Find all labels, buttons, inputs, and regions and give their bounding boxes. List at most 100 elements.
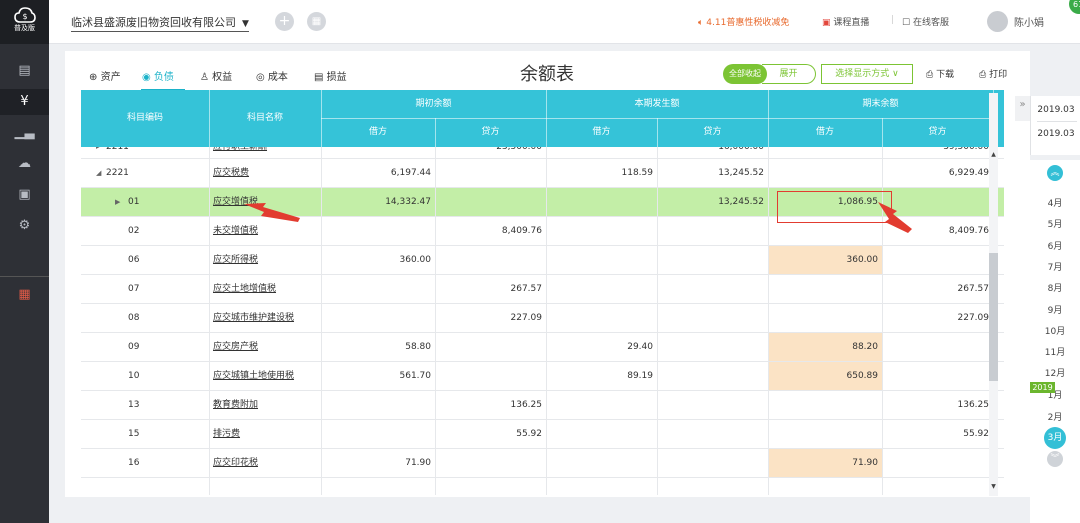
month-item[interactable]: 5月 [1030,217,1080,230]
account-name-link[interactable]: 应交增值税 [213,188,258,216]
current-month[interactable]: 3月 [1044,427,1066,449]
table-row[interactable]: 16 应交印花税 71.90 71.90 [81,449,1004,478]
month-item[interactable]: 7月 [1030,260,1080,273]
table-row[interactable]: ◢ 2221 应交税费 6,197.44 118.59 13,245.52 6,929.49 [81,159,1004,188]
scroll-up-icon[interactable]: ▲ [989,151,998,158]
column-line [546,147,547,495]
month-item[interactable]: 11月 [1030,345,1080,358]
voucher-icon[interactable]: ¥ [0,89,49,115]
month-item[interactable]: 9月 [1030,303,1080,316]
account-name-link[interactable]: 教育费附加 [213,391,258,419]
amount-cb-credit [882,362,993,390]
tab-label: 损益 [326,72,347,83]
account-name-link[interactable]: 应交土地增值税 [213,275,276,303]
amount-cb-debit [768,275,882,303]
amount-p-debit [546,449,657,477]
header-name[interactable]: 科目名称 [209,90,321,147]
table-row[interactable]: ▸ 2211 应付职工薪酬 23,500.00 16,000.00 39,500.00 [81,147,1004,159]
chart-icon[interactable]: ▁▃ [0,120,49,146]
amount-ob-debit [321,304,435,332]
account-name-link[interactable]: 应交所得税 [213,246,258,274]
period-start[interactable]: 2019.03 [1031,105,1080,115]
account-name-link[interactable]: 应交房产税 [213,333,258,361]
month-item[interactable]: 10月 [1030,324,1080,337]
account-name-link[interactable]: 未交增值税 [213,217,258,245]
month-item[interactable]: 6月 [1030,239,1080,252]
account-name-link[interactable]: 应交城市维护建设税 [213,304,294,332]
account-name-link[interactable]: 应交印花税 [213,449,258,477]
amount-p-debit: 118.59 [621,168,654,178]
table-row[interactable]: 13 教育费附加 136.25 136.25 [81,391,1004,420]
month-item[interactable]: 8月 [1030,281,1080,294]
amount-cb-debit [768,159,882,187]
top-bar: 临沭县盛源废旧物资回收有限公司 ▼ + ▦ 🔈︎ 4.11普惠性税收减免 ▣ 课程… [49,0,1080,44]
sidebar: $ 普及版 ▤ ¥ ▁▃ ☁ ▣ ⚙ ▦ [0,0,49,523]
amount-ob-credit: 136.25 [510,400,543,410]
grid-icon[interactable]: ▦ [307,12,326,31]
table-row[interactable]: 15 排污费 55.92 55.92 [81,420,1004,449]
amount-cb-credit [882,449,993,477]
tab-liabilities[interactable]: ◉ 负债 [142,68,174,83]
table-row[interactable]: 08 应交城市维护建设税 227.09 227.09 [81,304,1004,333]
amount-cb-credit [882,188,993,216]
main-panel: ⊕ 资产 ◉ 负债 ♙ 权益 ◎ 成本 ▤ 损益 余额表 展开 全部收起 选择显… [65,51,1030,497]
month-item[interactable]: 4月 [1030,196,1080,209]
alert-icon[interactable]: ▦ [0,282,49,308]
collapse-all-button[interactable]: 全部收起 [723,64,767,84]
header-code[interactable]: 科目编码 [81,90,209,147]
assets-icon: ⊕ [89,72,98,83]
month-item[interactable]: 12月 [1030,366,1080,379]
print-button[interactable]: ⎙ 打印 [979,67,1007,80]
app-logo[interactable]: $ 普及版 [0,0,49,44]
service-link[interactable]: ☐ 在线客服 [902,15,949,28]
collapse-triangle-icon[interactable]: ◢ [96,159,101,187]
scroll-down-icon[interactable]: ▼ [989,483,998,490]
collapse-panel-icon[interactable]: » [1015,96,1030,121]
account-code: 10 [128,371,140,381]
notice-link[interactable]: 🔈︎ 4.11普惠性税收减免 [698,15,789,28]
table-scrollbar[interactable]: ▲ ▼ [989,93,998,496]
table-row[interactable]: 07 应交土地增值税 267.57 267.57 [81,275,1004,304]
user-name[interactable]: 陈小娟 [1014,14,1044,29]
amount-ob-credit [435,246,546,274]
period-end[interactable]: 2019.03 [1031,129,1080,139]
settings-icon[interactable]: ⚙ [0,213,49,239]
expand-button[interactable]: 展开 [762,64,816,84]
table-row[interactable]: 06 应交所得税 360.00 360.00 [81,246,1004,275]
account-code: 08 [128,313,140,323]
avatar[interactable] [987,11,1008,32]
cloud-icon[interactable]: ☁ [0,151,49,177]
account-name-link[interactable]: 应交税费 [213,159,249,187]
ledger-icon[interactable]: ▤ [0,58,49,84]
table-row[interactable]: 10 应交城镇土地使用税 561.70 89.19 650.89 [81,362,1004,391]
tab-equity[interactable]: ♙ 权益 [200,68,232,83]
display-mode-select[interactable]: 选择显示方式 ∨ [821,64,913,84]
profit-loss-icon: ▤ [314,72,324,83]
tab-profit-loss[interactable]: ▤ 损益 [314,68,347,83]
amount-cb-debit [768,420,882,448]
expand-triangle-icon[interactable]: ▸ [96,147,100,158]
add-icon[interactable]: + [275,12,294,31]
account-name-link[interactable]: 应付职工薪酬 [213,147,267,158]
table-row[interactable]: 09 应交房产税 58.80 29.40 88.20 [81,333,1004,362]
account-code: 2211 [106,147,129,152]
amount-p-credit [657,362,768,390]
scroll-thumb[interactable] [989,253,998,381]
account-name-link[interactable]: 应交城镇土地使用税 [213,362,294,390]
account-name-link[interactable]: 排污费 [213,420,240,448]
tab-assets[interactable]: ⊕ 资产 [89,68,121,83]
download-button[interactable]: ⎙ 下载 [926,67,954,80]
timeline-down-icon[interactable]: ︾ [1047,451,1063,467]
tab-cost[interactable]: ◎ 成本 [256,68,288,83]
report-icon[interactable]: ▣ [0,182,49,208]
timeline-up-icon[interactable]: ︽ [1047,165,1063,181]
company-selector[interactable]: 临沭县盛源废旧物资回收有限公司 ▼ [71,14,249,32]
amount-p-credit [657,333,768,361]
amount-cb-credit: 136.25 [957,400,990,410]
header-debit: 借方 [368,127,387,137]
live-link[interactable]: ▣ 课程直播 [822,15,869,28]
expand-triangle-icon[interactable]: ▶ [115,188,120,216]
month-item[interactable]: 2月 [1030,410,1080,423]
amount-ob-credit: 267.57 [510,284,543,294]
amount-cb-credit: 227.09 [957,313,990,323]
